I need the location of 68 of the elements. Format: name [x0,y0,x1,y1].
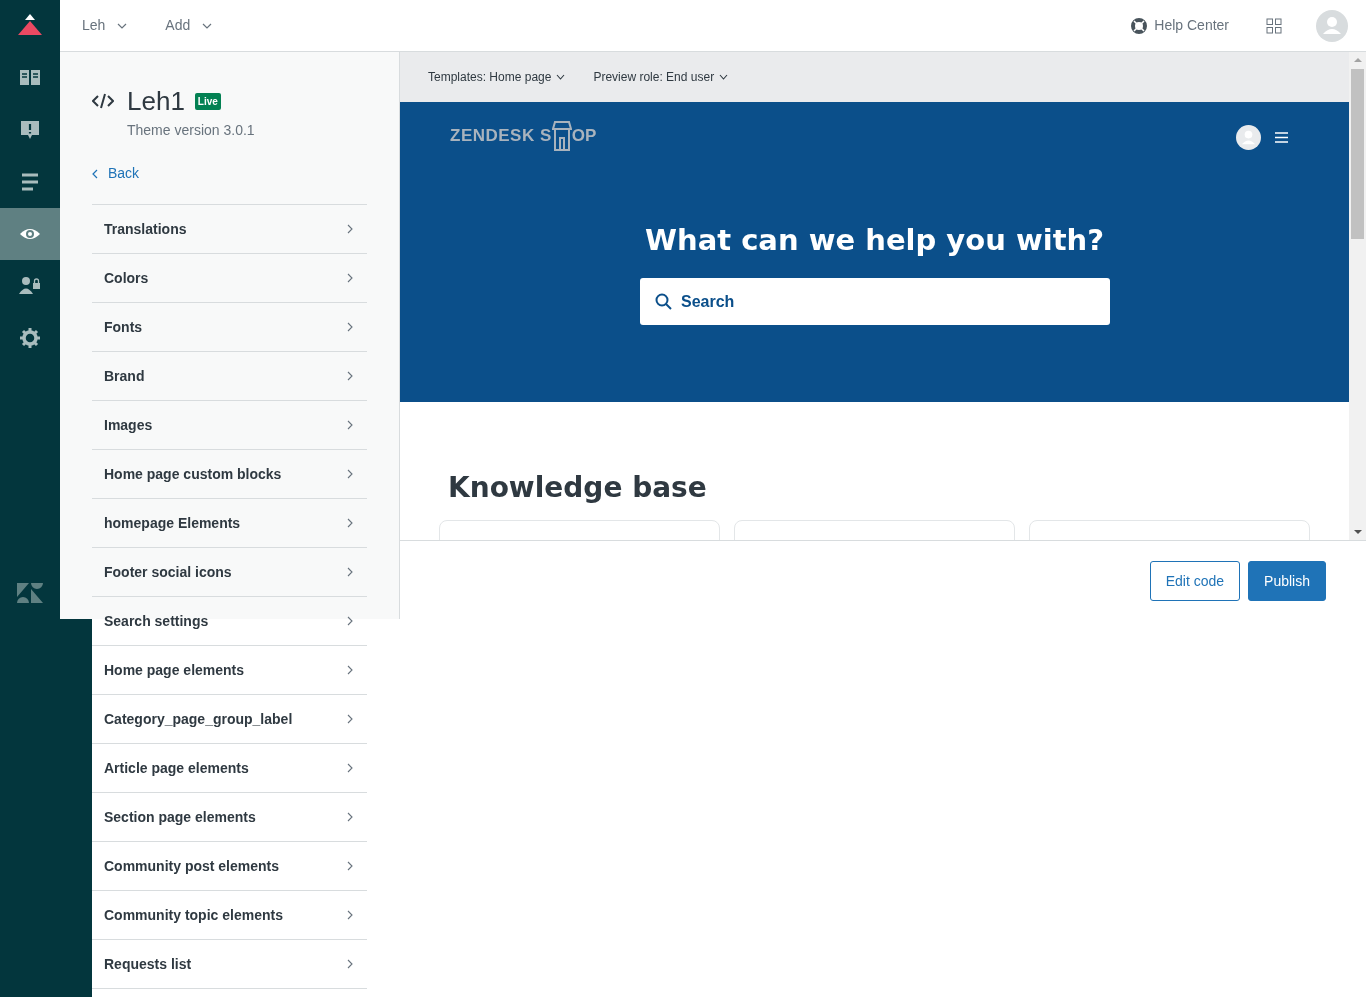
settings-row[interactable]: Section page elements [92,793,367,842]
chevron-down-icon [202,22,213,29]
live-badge: Live [194,92,221,110]
chevron-right-icon [347,763,353,773]
settings-row[interactable]: Translations [92,205,367,254]
logo-text: ZENDESK S [450,125,552,148]
edit-code-button[interactable]: Edit code [1149,561,1241,601]
theme-version: Theme version 3.0.1 [127,121,256,140]
chevron-right-icon [347,567,353,577]
settings-row[interactable]: Article page elements [92,744,367,793]
chevron-right-icon [347,371,353,381]
logo-icon[interactable] [18,14,42,36]
settings-row[interactable]: Brand [92,352,367,401]
menu-dropdown[interactable]: Leh [82,15,128,36]
chevron-right-icon [347,910,353,920]
settings-row[interactable]: Category_page_group_label [92,695,367,744]
settings-row[interactable]: Requests list [92,940,367,989]
theme-name: Leh1 [127,88,185,114]
chevron-right-icon [347,518,353,528]
settings-row[interactable]: Community post elements [92,842,367,891]
code-icon [92,93,114,109]
settings-row[interactable]: Home page custom blocks [92,450,367,499]
chevron-right-icon [347,273,353,283]
chevron-down-icon [117,22,128,29]
nav-item[interactable] [0,208,60,260]
scrollbar[interactable] [1349,52,1366,540]
menu-icon[interactable] [1275,132,1288,143]
chevron-right-icon [347,714,353,724]
section-title: Knowledge base [448,470,707,506]
store-icon [551,120,572,152]
help-center-link[interactable]: Help Center [1131,15,1229,36]
back-link[interactable]: Back [92,163,140,184]
settings-row[interactable]: homepage Elements [92,499,367,548]
settings-row[interactable]: Home page elements [92,646,367,695]
chevron-down-icon [719,74,729,80]
settings-row[interactable]: Search settings [92,597,367,646]
settings-row[interactable]: Fonts [92,303,367,352]
z-logo-icon[interactable] [17,583,43,603]
chevron-right-icon [347,861,353,871]
publish-button[interactable]: Publish [1248,561,1326,601]
settings-row[interactable]: Images [92,401,367,450]
preview-dropdown[interactable]: Templates: Home page [428,68,566,86]
logo-text: OP [571,125,597,148]
preview-dropdown[interactable]: Preview role: End user [593,68,729,86]
settings-row[interactable]: Community topic elements [92,891,367,940]
alert-bubble-icon [19,119,41,141]
chevron-right-icon [347,812,353,822]
chevron-right-icon [347,420,353,430]
chevron-right-icon [347,322,353,332]
search-field[interactable]: Search [640,278,1110,325]
settings-row[interactable]: Footer social icons [92,548,367,597]
settings-icon [19,327,41,349]
chevron-right-icon [347,665,353,675]
hero-title: What can we help you with? [644,222,1105,259]
chevron-right-icon [347,469,353,479]
menu-dropdown[interactable]: Add [165,15,213,36]
apps-grid-icon[interactable] [1266,17,1282,34]
chevron-down-icon [556,74,566,80]
list-icon [19,171,41,193]
chevron-right-icon [347,616,353,626]
chevron-right-icon [347,959,353,969]
chevron-left-icon [92,168,98,179]
settings-row[interactable]: Colors [92,254,367,303]
avatar-icon[interactable] [1236,125,1261,150]
lifebuoy-icon [1131,17,1148,34]
user-lock-icon [19,275,41,297]
search-icon [655,293,672,310]
chevron-right-icon [347,224,353,234]
